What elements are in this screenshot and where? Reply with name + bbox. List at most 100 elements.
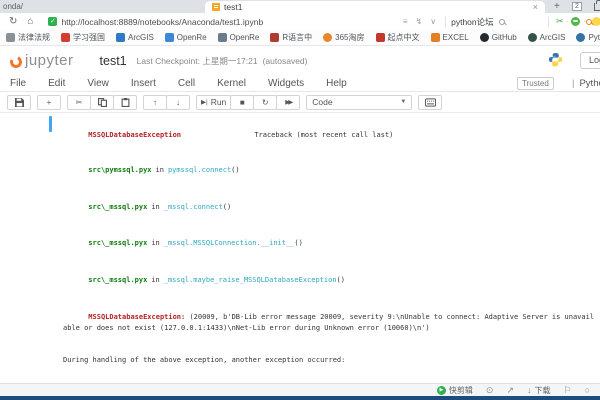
- menu-help[interactable]: Help: [326, 78, 347, 89]
- bookmark-item[interactable]: EXCEL: [430, 33, 469, 42]
- history-icon[interactable]: ⊙: [486, 385, 494, 395]
- copy-cell-button[interactable]: [90, 94, 114, 110]
- search-extension-icon[interactable]: [586, 18, 592, 25]
- bookmark-item[interactable]: GitHub: [479, 33, 517, 42]
- restart-run-all-button[interactable]: ▶▶: [276, 94, 301, 110]
- cut-cell-button[interactable]: ✂: [67, 94, 91, 110]
- window-count-badge[interactable]: 2: [572, 2, 582, 11]
- background-tab[interactable]: onda/: [0, 0, 205, 13]
- reader-mode-icon[interactable]: ≡: [403, 17, 408, 26]
- download-label: 下载: [534, 385, 551, 395]
- browser-tab-strip: onda/ test1 × + 2: [0, 0, 600, 13]
- bookmark-item[interactable]: OpenRe: [164, 33, 207, 42]
- speed-mode-icon[interactable]: ↯: [416, 17, 423, 26]
- move-cell-down-button[interactable]: ↓: [166, 94, 190, 110]
- github-octocat-icon: [479, 33, 489, 42]
- frame-function: _mssql.connect: [163, 202, 223, 211]
- save-button[interactable]: [7, 94, 31, 110]
- bookmark-favicon: [61, 33, 70, 42]
- bookmark-item[interactable]: 法律法规: [6, 32, 50, 43]
- move-cell-up-button[interactable]: ↑: [143, 94, 167, 110]
- frame-parens: (): [336, 275, 345, 284]
- add-cell-button[interactable]: +: [37, 94, 61, 110]
- dropdown-chevron-icon[interactable]: ∨: [430, 17, 436, 26]
- basket-icon[interactable]: [594, 0, 600, 11]
- command-palette-button[interactable]: [418, 94, 443, 110]
- bookmark-favicon: [270, 33, 280, 42]
- menu-cell[interactable]: Cell: [178, 78, 195, 89]
- boost-icon[interactable]: ↗: [506, 385, 514, 395]
- active-tab[interactable]: test1 ×: [205, 1, 545, 13]
- jupyter-logo[interactable]: jupyter: [8, 52, 74, 70]
- error-message: MSSQLDatabaseException: (20009, b'DB-Lib…: [63, 301, 596, 345]
- menu-file[interactable]: File: [10, 78, 26, 89]
- bookmark-favicon: [527, 33, 537, 42]
- menu-widgets[interactable]: Widgets: [268, 78, 304, 89]
- bookmark-label: 学习强国: [73, 33, 105, 42]
- screenshot-scissors-icon[interactable]: ✂: [556, 16, 564, 27]
- frame-parens: (): [231, 166, 240, 174]
- cell-type-dropdown[interactable]: Code ▼: [306, 94, 413, 110]
- interrupt-kernel-button[interactable]: ■: [230, 94, 255, 110]
- bookmarks-bar: 法律法规 学习强国 ArcGIS OpenRe OpenRe R语言中 365淘…: [0, 30, 600, 46]
- search-icon[interactable]: [498, 18, 505, 25]
- url-input[interactable]: http://localhost:8889/notebooks/Anaconda…: [61, 17, 398, 27]
- bookmark-label: 365淘房: [335, 33, 365, 42]
- frame-in: in: [151, 202, 160, 211]
- frame-in: in: [155, 166, 164, 174]
- bookmark-item[interactable]: Python: [576, 33, 600, 42]
- quick-clip-tool[interactable]: ▶ 快剪辑: [436, 385, 473, 396]
- autosave-status: (autosaved): [262, 55, 308, 66]
- bookmark-label: OpenRe: [176, 33, 207, 42]
- paste-cell-button[interactable]: [113, 94, 137, 110]
- paste-icon: [121, 97, 129, 107]
- bookmark-label: OpenRe: [229, 33, 260, 42]
- jupyter-logo-text: jupyter: [25, 52, 74, 69]
- flag-icon[interactable]: ⚐: [563, 385, 571, 395]
- run-label: Run: [210, 97, 227, 107]
- bookmark-favicon: [375, 33, 385, 42]
- bookmark-label: Python: [588, 33, 600, 42]
- circle-icon[interactable]: ○: [585, 385, 590, 395]
- logout-button[interactable]: Logout: [580, 52, 600, 69]
- bookmark-item[interactable]: OpenRe: [217, 33, 260, 42]
- bookmark-item[interactable]: 365淘房: [323, 32, 365, 43]
- restart-kernel-button[interactable]: ↻: [253, 94, 278, 110]
- notebook-cell-output-area[interactable]: MSSQLDatabaseException Traceback (most re…: [0, 113, 600, 383]
- quick-clip-label: 快剪辑: [448, 385, 473, 395]
- selected-cell-indicator: [49, 116, 52, 132]
- bookmark-item[interactable]: ArcGIS: [116, 33, 154, 42]
- home-icon[interactable]: ⌂: [27, 16, 33, 27]
- new-tab-button[interactable]: +: [554, 1, 560, 13]
- jupyter-planet-icon: [8, 54, 24, 70]
- cell-type-value: Code: [312, 97, 333, 107]
- site-safety-shield-icon[interactable]: ✓: [48, 17, 58, 26]
- menu-kernel[interactable]: Kernel: [217, 78, 246, 89]
- notebook-menubar: File Edit View Insert Cell Kernel Widget…: [0, 75, 600, 92]
- traceback-label: Traceback (most recent call last): [254, 131, 394, 139]
- download-manager[interactable]: ↓ 下载: [527, 385, 551, 396]
- speed-ball-icon[interactable]: [571, 17, 581, 26]
- frame-path: src\pymssql.pyx: [88, 166, 152, 174]
- menu-edit[interactable]: Edit: [48, 78, 65, 89]
- run-cell-button[interactable]: ▶| Run: [196, 94, 232, 110]
- search-input[interactable]: python论坛: [451, 16, 494, 28]
- bookmark-item[interactable]: R语言中: [270, 32, 312, 43]
- bookmark-item[interactable]: 起点中文: [375, 32, 420, 43]
- notebook-title[interactable]: test1: [100, 54, 127, 68]
- bookmark-item[interactable]: ArcGIS: [527, 33, 565, 42]
- menu-insert[interactable]: Insert: [131, 78, 156, 89]
- bookmark-label: ArcGIS: [128, 33, 154, 42]
- tab-close-icon[interactable]: ×: [533, 3, 538, 12]
- floppy-icon: [14, 97, 24, 107]
- frame-in: in: [151, 275, 160, 284]
- error-traceback: MSSQLDatabaseException Traceback (most re…: [63, 120, 596, 383]
- bookmark-favicon: [217, 33, 227, 42]
- reload-icon[interactable]: ↻: [9, 16, 17, 27]
- traceback-frame: src\_mssql.pyx in _mssql.MSSQLConnection._…: [63, 228, 596, 258]
- menu-view[interactable]: View: [87, 78, 109, 89]
- divider: [548, 16, 550, 27]
- bookmark-item[interactable]: 学习强国: [61, 32, 105, 43]
- taskbar-edge: [0, 396, 600, 400]
- browser-search-box[interactable]: python论坛: [451, 16, 543, 28]
